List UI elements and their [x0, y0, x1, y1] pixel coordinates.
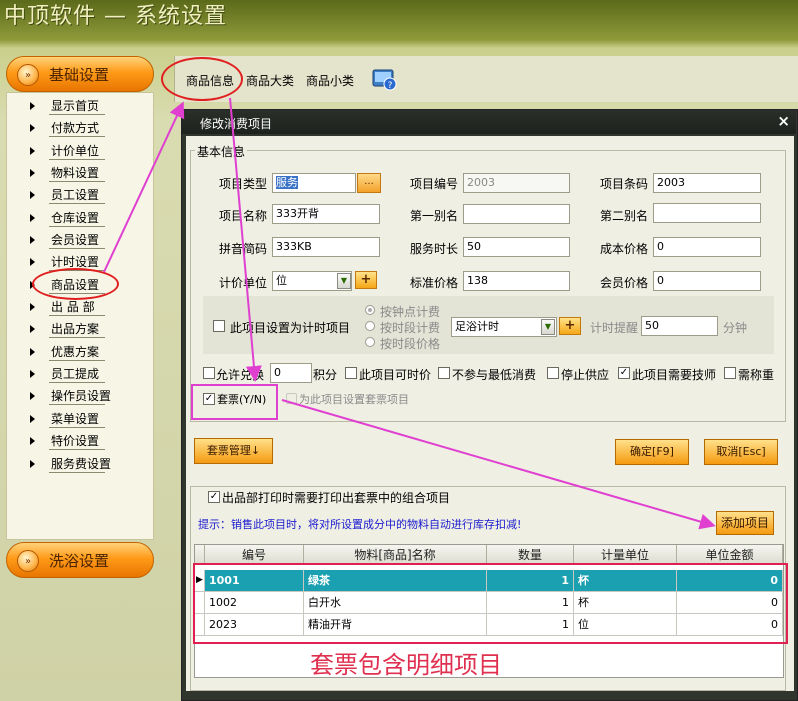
annotation-arrows [103, 97, 716, 530]
